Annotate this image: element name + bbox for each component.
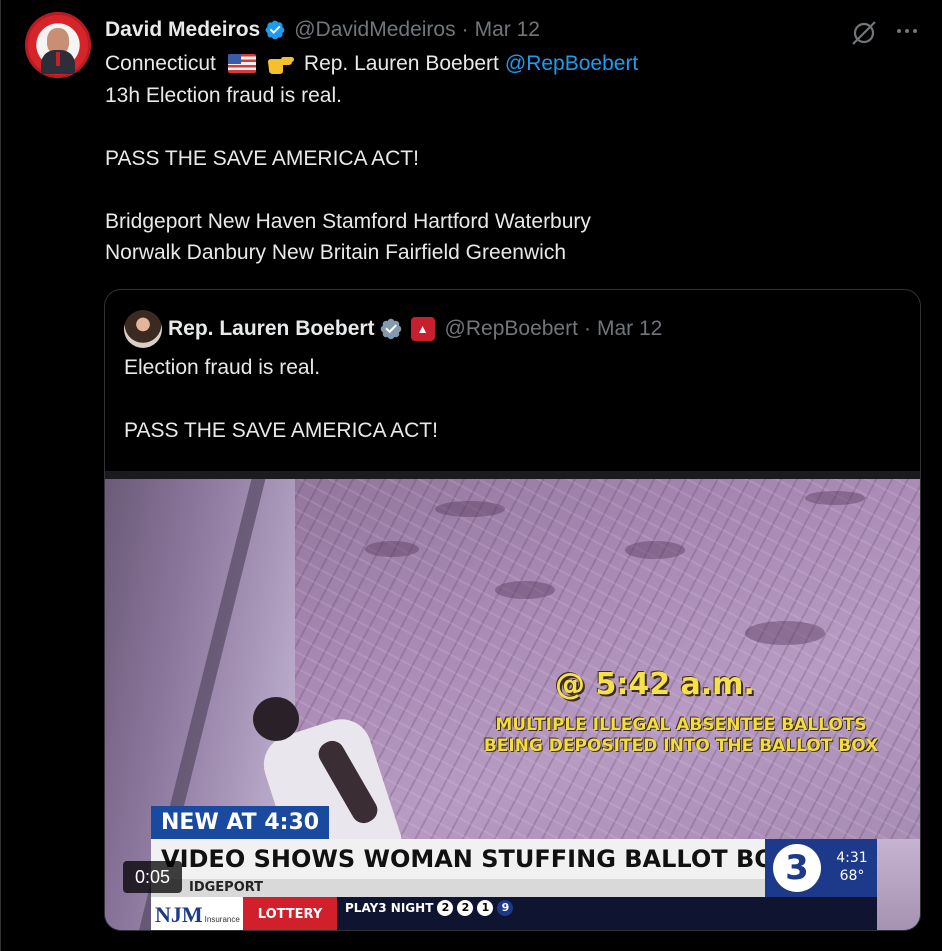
video-floor-spot (365, 541, 419, 557)
channel-clock-time: 4:31 (836, 850, 868, 866)
quote-header: Rep. Lauren Boebert ▲ @RepBoebert · Mar … (168, 314, 662, 344)
ticker-sponsor: NJMInsurance Group (151, 897, 243, 930)
video-top-bar (105, 471, 920, 479)
video-player[interactable]: @ 5:42 a.m. MULTIPLE ILLEGAL ABSENTEE BA… (105, 471, 920, 930)
tweet-line-1: Connecticut Rep. Lauren Boebert @RepBoeb… (105, 48, 905, 80)
tweet-line-1-name: Rep. Lauren Boebert (303, 52, 499, 75)
video-floor-spot (625, 541, 685, 559)
grok-icon[interactable] (850, 19, 878, 47)
video-overlay-caption-line-1: MULTIPLE ILLEGAL ABSENTEE BALLOTS (495, 715, 867, 735)
verified-badge-icon[interactable] (264, 19, 286, 41)
pointing-hand-icon (266, 53, 296, 75)
quote-author-avatar[interactable] (124, 310, 162, 348)
tweet-line-1-prefix: Connecticut (105, 52, 216, 75)
quote-author-name[interactable]: Rep. Lauren Boebert (168, 317, 375, 341)
ticker-ball: 2 (457, 900, 474, 916)
video-overlay-time: @ 5:42 a.m. (555, 667, 755, 702)
tweet-text: Connecticut Rep. Lauren Boebert @RepBoeb… (105, 48, 905, 269)
avatar-tie (56, 52, 60, 66)
us-flag-icon (227, 54, 256, 74)
news-location: IDGEPORT (151, 879, 765, 897)
author-handle[interactable]: @DavidMedeiros (294, 18, 455, 42)
quoted-tweet[interactable]: Rep. Lauren Boebert ▲ @RepBoebert · Mar … (104, 289, 921, 931)
quote-line-1: Election fraud is real. (124, 356, 321, 379)
mention-link[interactable]: @RepBoebert (505, 48, 638, 80)
video-overlay-caption-line-2: BEING DEPOSITED INTO THE BALLOT BOX (483, 736, 879, 756)
ticker-sponsor-name: NJM (155, 902, 203, 927)
video-overlay-caption: MULTIPLE ILLEGAL ABSENTEE BALLOTS BEING … (461, 715, 901, 757)
quote-text: Election fraud is real. PASS THE SAVE AM… (124, 352, 438, 447)
ticker-lottery: LOTTERY (243, 897, 337, 930)
gop-affiliate-icon[interactable]: ▲ (410, 317, 435, 341)
author-avatar[interactable] (25, 12, 91, 78)
video-floor-spot (495, 581, 555, 599)
tweet-line-5: Norwalk Danbury New Britain Fairfield Gr… (105, 241, 566, 264)
author-name[interactable]: David Medeiros (105, 18, 260, 42)
ticker-ball: 2 (437, 900, 454, 916)
channel-clock: 4:31 68° (829, 849, 875, 885)
quote-header-separator: · (583, 317, 591, 340)
header-separator: · (461, 18, 469, 41)
ticker-ball: 1 (477, 900, 494, 916)
video-floor-spot (435, 501, 505, 517)
quote-date[interactable]: Mar 12 (597, 317, 662, 341)
quote-author-handle[interactable]: @RepBoebert (445, 317, 578, 341)
tweet-date[interactable]: Mar 12 (475, 18, 540, 42)
ticker-game: PLAY3 NIGHT 2 2 1 9 (345, 897, 514, 919)
video-timer: 0:05 (123, 861, 183, 893)
ticker-game-label: PLAY3 NIGHT (345, 901, 434, 915)
tweet[interactable]: David Medeiros @DavidMedeiros · Mar 12 C… (0, 0, 942, 951)
tweet-line-2: 13h Election fraud is real. (105, 83, 342, 107)
channel-logo: 3 (773, 844, 821, 892)
tweet-line-4: Bridgeport New Haven Stamford Hartford W… (105, 209, 591, 233)
video-floor-spot (745, 621, 825, 645)
news-ticker: NJMInsurance Group LOTTERY PLAY3 NIGHT 2… (151, 897, 877, 930)
tweet-line-3: PASS THE SAVE AMERICA ACT! (105, 146, 419, 170)
channel-clock-temp: 68° (839, 868, 865, 884)
channel-box: 3 4:31 68° (765, 839, 877, 897)
video-floor-spot (805, 491, 865, 505)
video-right-edge (877, 839, 920, 930)
more-icon[interactable] (893, 20, 921, 42)
quote-line-2: PASS THE SAVE AMERICA ACT! (124, 419, 438, 442)
tweet-header: David Medeiros @DavidMedeiros · Mar 12 (105, 16, 540, 44)
news-headline: VIDEO SHOWS WOMAN STUFFING BALLOT BOXES (151, 839, 765, 879)
ticker-ball: 9 (497, 900, 514, 916)
news-bug: NEW AT 4:30 (151, 806, 330, 840)
affiliate-verified-badge-icon[interactable] (379, 317, 403, 341)
